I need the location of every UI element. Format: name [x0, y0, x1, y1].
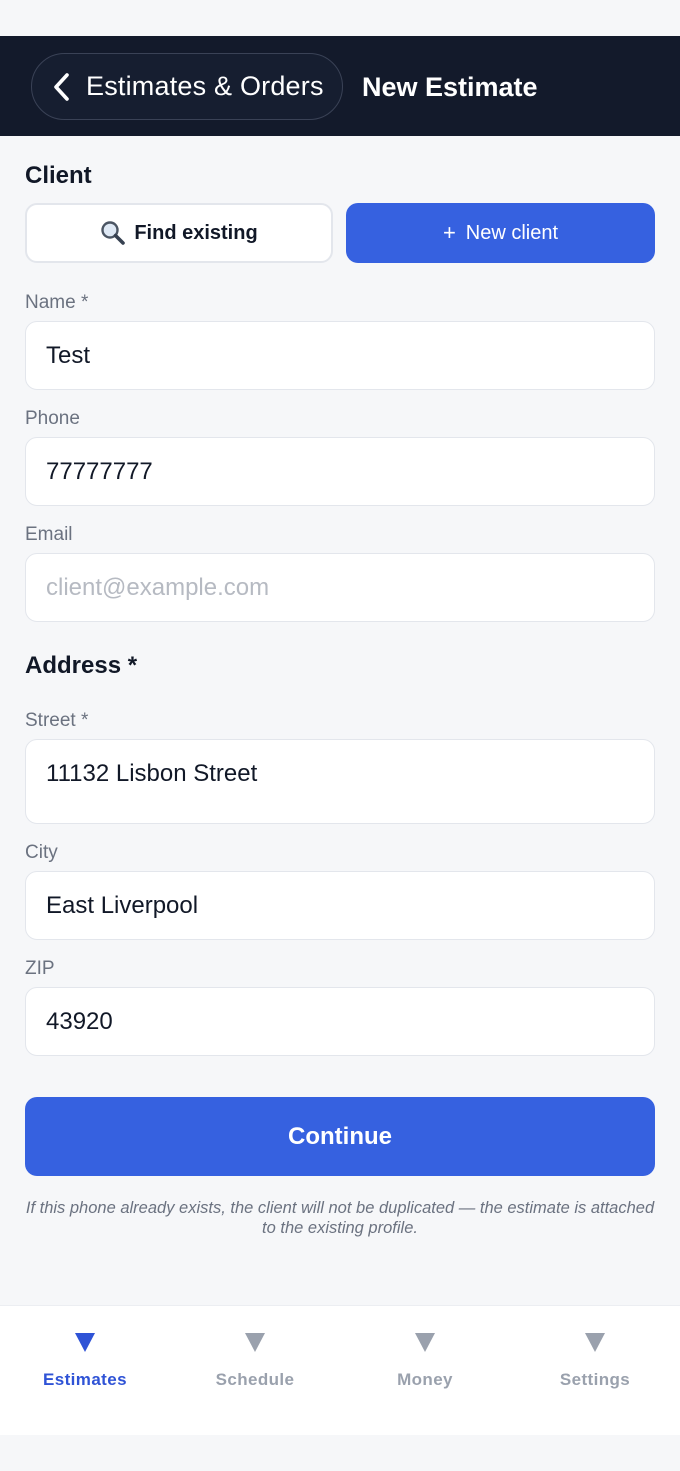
name-label: Name *: [25, 292, 89, 313]
tab-estimates[interactable]: Estimates: [0, 1306, 170, 1436]
street-field-container: [25, 739, 655, 824]
city-field-container: [25, 871, 655, 940]
status-bar-area: [0, 0, 680, 36]
city-input[interactable]: [46, 891, 654, 920]
back-button-label: Estimates & Orders: [86, 71, 324, 101]
city-label: City: [25, 842, 58, 863]
client-section-title: Client: [25, 162, 92, 189]
plus-icon: +: [442, 220, 456, 245]
triangle-down-icon: [245, 1333, 265, 1352]
find-existing-button[interactable]: Find existing: [25, 203, 333, 263]
continue-button[interactable]: Continue: [25, 1097, 655, 1176]
name-input[interactable]: [46, 341, 654, 370]
tab-settings[interactable]: Settings: [510, 1306, 680, 1436]
email-input[interactable]: [46, 573, 654, 602]
navigation-bar: Estimates & Orders New Estimate: [0, 36, 680, 136]
triangle-down-icon: [585, 1333, 605, 1352]
tab-money[interactable]: Money: [340, 1306, 510, 1436]
duplicate-hint-text: If this phone already exists, the client…: [25, 1199, 655, 1237]
email-field-container: [25, 553, 655, 622]
triangle-down-icon: [75, 1333, 95, 1352]
tab-label: Settings: [559, 1370, 631, 1389]
zip-label: ZIP: [25, 958, 55, 979]
street-label: Street *: [25, 710, 89, 731]
triangle-down-icon: [415, 1333, 435, 1352]
tab-label: Estimates: [43, 1370, 127, 1389]
tab-label: Schedule: [215, 1370, 295, 1389]
street-input[interactable]: [46, 760, 654, 788]
new-client-button[interactable]: + New client: [346, 203, 655, 263]
phone-label: Phone: [25, 408, 80, 429]
phone-field-container: [25, 437, 655, 506]
email-label: Email: [25, 524, 73, 545]
zip-input[interactable]: [46, 1007, 654, 1036]
new-client-label: New client: [465, 221, 559, 244]
chevron-left-icon: [50, 72, 72, 102]
address-section-title: Address *: [25, 652, 138, 679]
bottom-tab-bar: Estimates Schedule Money Settings: [0, 1305, 680, 1435]
tab-label: Money: [397, 1370, 453, 1389]
name-field-container: [25, 321, 655, 390]
find-existing-label: Find existing: [134, 221, 258, 244]
page-title: New Estimate: [362, 72, 538, 102]
magnifier-icon: [100, 220, 126, 246]
back-button[interactable]: Estimates & Orders: [31, 53, 343, 120]
tab-schedule[interactable]: Schedule: [170, 1306, 340, 1436]
phone-input[interactable]: [46, 457, 654, 486]
zip-field-container: [25, 987, 655, 1056]
